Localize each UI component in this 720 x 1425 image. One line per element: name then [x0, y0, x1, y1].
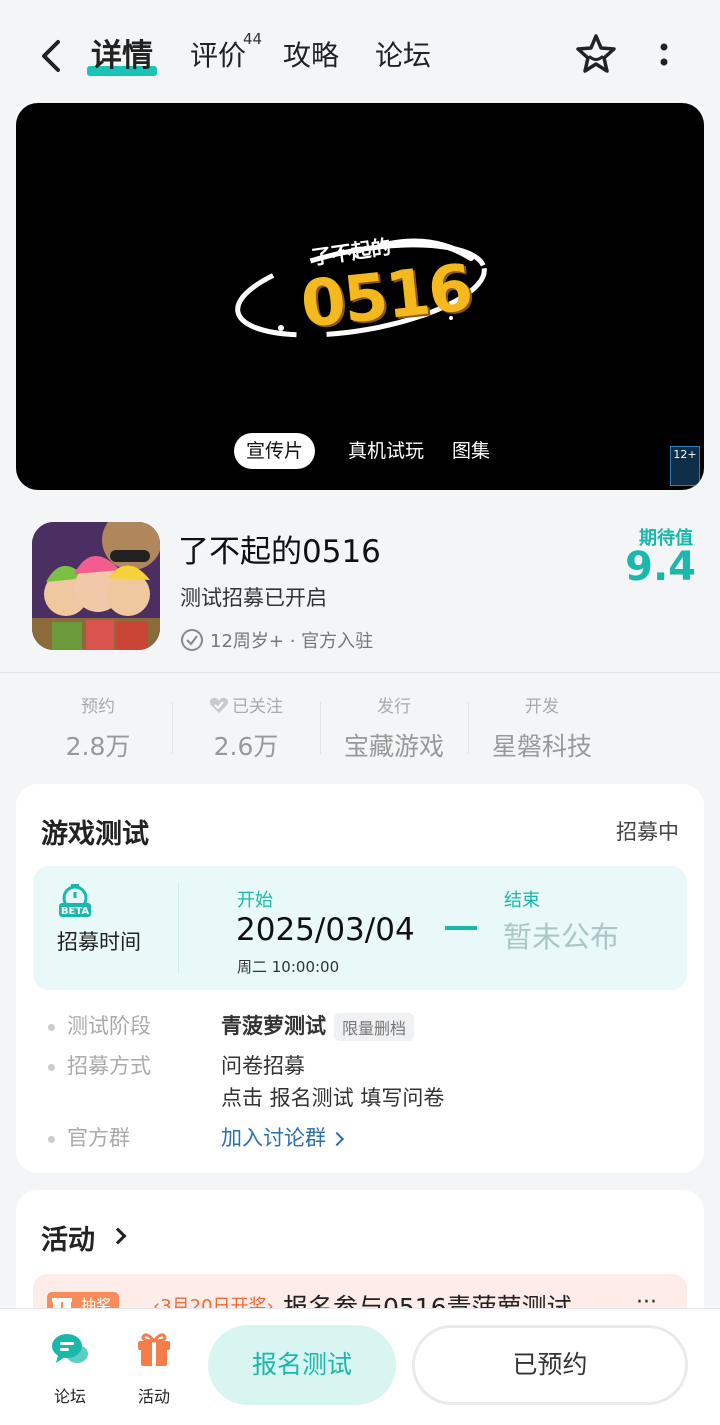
tab-details[interactable]: 详情	[91, 36, 153, 76]
activity-title[interactable]: 活动	[41, 1218, 95, 1257]
chevron-right-icon	[109, 1227, 127, 1245]
age-rating-badge: 12+	[670, 446, 700, 486]
recruit-method-value: 问卷招募	[221, 1054, 305, 1078]
game-info: 了不起的0516 测试招募已开启 12周岁+ · 官方入驻 期待值 9.4	[0, 490, 720, 672]
review-count-badge: 44	[243, 30, 263, 48]
age-and-official: 12周岁+ · 官方入驻	[210, 631, 374, 652]
favorite-star-icon[interactable]	[574, 32, 618, 76]
bottom-activity-button[interactable]: 活动	[124, 1329, 184, 1407]
range-dash	[445, 926, 477, 930]
chevron-right-icon	[329, 1131, 345, 1147]
heart-check-icon	[209, 697, 229, 713]
game-subtitle: 测试招募已开启	[180, 586, 327, 610]
stats-row: 预约 2.8万 已关注 2.6万 发行 宝藏游戏 开发 星磐科技	[24, 680, 616, 770]
expectation-score: 9.4	[625, 544, 696, 590]
signup-test-button[interactable]: 报名测试	[208, 1325, 396, 1405]
top-nav: 详情 评价 44 攻略 论坛	[0, 0, 720, 104]
start-date: 2025/03/04	[236, 912, 415, 948]
tab-guides[interactable]: 攻略	[283, 36, 339, 76]
start-label: 开始	[237, 890, 273, 911]
tab-reviews[interactable]: 评价	[190, 36, 246, 76]
game-title: 了不起的0516	[178, 534, 381, 570]
back-arrow-icon[interactable]	[36, 36, 68, 76]
bottom-forum-button[interactable]: 论坛	[40, 1329, 100, 1407]
media-tab-gallery[interactable]: 图集	[440, 433, 502, 469]
game-meta: 12周岁+ · 官方入驻	[180, 627, 373, 653]
chat-bubble-icon	[52, 1334, 88, 1363]
tab-forum[interactable]: 论坛	[375, 36, 431, 76]
divider	[0, 672, 720, 673]
game-test-card: 游戏测试 招募中 BETA 招募时间 开始 2025/03/04 周二 10:0…	[16, 784, 704, 1173]
recruit-time-box: BETA 招募时间 开始 2025/03/04 周二 10:00:00 结束 暂…	[33, 866, 687, 990]
test-card-title: 游戏测试	[41, 819, 149, 850]
phase-tag: 限量删档	[334, 1013, 415, 1041]
media-tab-gameplay[interactable]: 真机试玩	[336, 433, 436, 469]
join-group-link[interactable]: 加入讨论群	[221, 1122, 345, 1152]
bottom-action-bar: 论坛 活动 报名测试 已预约	[0, 1308, 720, 1425]
recruit-status: 招募中	[616, 820, 679, 844]
test-phase-label: 测试阶段	[48, 1010, 151, 1040]
stat-publisher[interactable]: 发行 宝藏游戏	[320, 680, 468, 770]
forum-label: 论坛	[53, 1387, 86, 1406]
end-value: 暂未公布	[503, 920, 620, 954]
media-tab-trailer[interactable]: 宣传片	[234, 433, 316, 469]
stat-developer[interactable]: 开发 星磐科技	[468, 680, 616, 770]
start-time: 周二 10:00:00	[237, 958, 340, 976]
stat-followers[interactable]: 已关注 2.6万	[172, 680, 320, 770]
official-group-label: 官方群	[48, 1122, 130, 1152]
game-app-icon	[32, 522, 160, 650]
verified-check-icon	[181, 629, 203, 651]
reserved-button[interactable]: 已预约	[412, 1325, 688, 1405]
recruit-time-label: 招募时间	[57, 930, 141, 954]
beta-timer-icon: BETA	[59, 884, 91, 917]
recruit-method-label: 招募方式	[48, 1050, 151, 1080]
game-logo-artwork: 了不起的 0516	[221, 228, 491, 348]
promo-video-player[interactable]: 了不起的 0516 宣传片 真机试玩 图集 12+	[16, 103, 704, 490]
stat-reservations: 预约 2.8万	[65, 697, 131, 761]
gift-box-icon	[138, 1333, 170, 1366]
activity-label: 活动	[137, 1387, 170, 1406]
svg-text:BETA: BETA	[61, 906, 89, 917]
test-phase-value: 青菠萝测试 限量删档	[221, 1010, 415, 1041]
end-label: 结束	[504, 890, 540, 911]
recruit-method-hint: 点击 报名测试 填写问卷	[221, 1086, 445, 1110]
more-options-icon[interactable]	[650, 40, 678, 72]
